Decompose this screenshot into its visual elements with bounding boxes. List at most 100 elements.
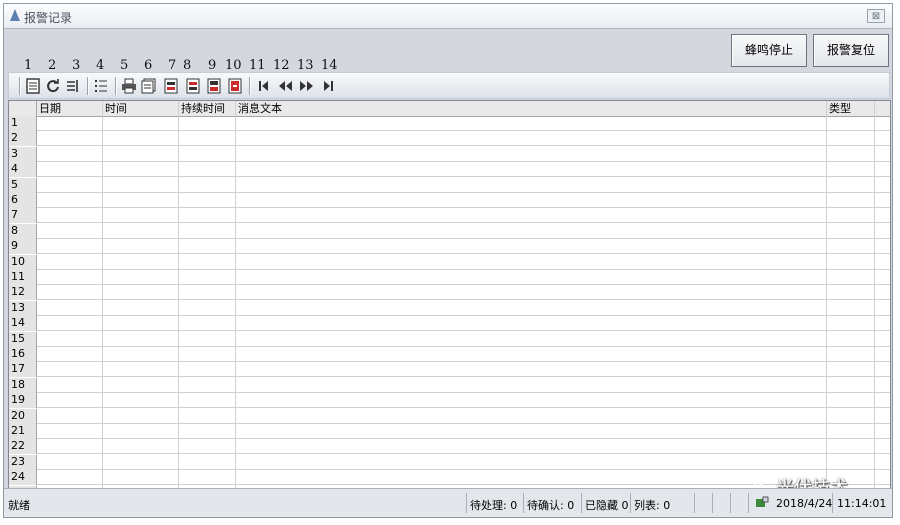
- row-number[interactable]: 22: [9, 439, 37, 455]
- last-page-icon[interactable]: [321, 78, 337, 94]
- column-header-date[interactable]: 日期: [37, 101, 103, 116]
- table-row[interactable]: 12: [9, 285, 890, 301]
- row-number[interactable]: 16: [9, 347, 37, 362]
- callout-number: 3: [72, 58, 81, 73]
- table-row[interactable]: 2: [9, 131, 890, 147]
- callout-number: 10: [225, 58, 242, 73]
- row-number[interactable]: 23: [9, 454, 37, 470]
- row-number[interactable]: 3: [9, 146, 37, 162]
- table-header: 日期 时间 持续时间 消息文本 类型: [9, 101, 890, 117]
- toolbar-separator: [87, 77, 89, 95]
- toolbar-separator: [115, 77, 117, 95]
- filter-icon[interactable]: [163, 78, 179, 94]
- alarm-table[interactable]: 日期 时间 持续时间 消息文本 类型 1 2 3 4 5 6 7 8 9 10 11 12 13 14 15…: [8, 100, 891, 489]
- table-row[interactable]: 5: [9, 177, 890, 193]
- window-title: 报警记录: [24, 11, 73, 25]
- hide-icon[interactable]: [185, 78, 201, 94]
- next-page-icon[interactable]: [299, 78, 315, 94]
- print-icon[interactable]: [121, 78, 137, 94]
- first-page-icon[interactable]: [255, 78, 271, 94]
- callout-number: 6: [144, 58, 153, 73]
- table-row[interactable]: 18: [9, 377, 890, 393]
- table-row[interactable]: 11: [9, 270, 890, 285]
- table-row[interactable]: 15: [9, 331, 890, 347]
- row-number[interactable]: 6: [9, 193, 37, 208]
- row-number[interactable]: 5: [9, 177, 37, 193]
- row-number[interactable]: 13: [9, 300, 37, 316]
- previous-page-icon[interactable]: [277, 78, 293, 94]
- column-header-type[interactable]: 类型: [827, 101, 875, 116]
- selection-list-icon[interactable]: [93, 78, 109, 94]
- table-row[interactable]: 20: [9, 408, 890, 424]
- row-number[interactable]: 21: [9, 424, 37, 439]
- table-row[interactable]: 13: [9, 300, 890, 316]
- table-row[interactable]: 6: [9, 193, 890, 208]
- row-number[interactable]: 15: [9, 331, 37, 347]
- table-row[interactable]: 4: [9, 162, 890, 178]
- alarm-toolbar: [8, 72, 890, 99]
- buzzer-stop-button[interactable]: 蜂鸣停止: [731, 34, 807, 67]
- table-row[interactable]: 9: [9, 239, 890, 255]
- table-row[interactable]: 17: [9, 362, 890, 378]
- close-button[interactable]: ⊠: [867, 9, 885, 23]
- lock-all-icon[interactable]: [227, 78, 243, 94]
- table-row[interactable]: 22: [9, 439, 890, 455]
- row-number[interactable]: 24: [9, 470, 37, 486]
- callout-number: 1: [24, 58, 33, 73]
- row-number[interactable]: 14: [9, 316, 37, 332]
- alarm-reset-button[interactable]: 报警复位: [813, 34, 889, 67]
- status-pending: 待处理: 0: [470, 499, 518, 512]
- status-date: 2018/4/24: [776, 497, 833, 510]
- status-divider: [630, 493, 631, 513]
- table-row[interactable]: 19: [9, 393, 890, 409]
- alarm-log-window: 报警记录 ⊠ 蜂鸣停止 报警复位 1 2 3 4 5 6 7 8 9 10 11…: [3, 3, 893, 518]
- callout-number: 9: [208, 58, 217, 73]
- status-list: 列表: 0: [634, 499, 671, 512]
- acknowledge-icon[interactable]: [65, 78, 81, 94]
- column-header-duration[interactable]: 持续时间: [179, 101, 236, 116]
- table-row[interactable]: 21: [9, 424, 890, 439]
- row-number[interactable]: 17: [9, 362, 37, 378]
- status-ready: 就绪: [8, 499, 30, 512]
- status-time: 11:14:01: [837, 497, 887, 510]
- row-number[interactable]: 7: [9, 208, 37, 224]
- message-list-icon[interactable]: [25, 78, 41, 94]
- table-row[interactable]: 8: [9, 223, 890, 239]
- row-number[interactable]: 11: [9, 270, 37, 285]
- table-row[interactable]: 16: [9, 347, 890, 362]
- table-row[interactable]: 3: [9, 146, 890, 162]
- row-number[interactable]: 20: [9, 408, 37, 424]
- column-header-time[interactable]: 时间: [103, 101, 179, 116]
- row-number[interactable]: 1: [9, 116, 37, 131]
- alarm-status-icon: [756, 496, 769, 507]
- row-number[interactable]: 19: [9, 393, 37, 409]
- status-divider: [523, 493, 524, 513]
- status-divider: [712, 493, 713, 513]
- row-number[interactable]: 4: [9, 162, 37, 178]
- callout-number: 7: [168, 58, 177, 73]
- table-row[interactable]: 10: [9, 254, 890, 270]
- row-number[interactable]: 9: [9, 239, 37, 255]
- row-number[interactable]: 8: [9, 223, 37, 239]
- callout-number: 14: [321, 58, 338, 73]
- callout-number: 2: [48, 58, 57, 73]
- callout-number: 8: [183, 58, 192, 73]
- row-number[interactable]: 18: [9, 377, 37, 393]
- row-number[interactable]: 2: [9, 131, 37, 147]
- row-number[interactable]: 12: [9, 285, 37, 301]
- callout-number: 13: [297, 58, 314, 73]
- refresh-icon[interactable]: [45, 78, 61, 94]
- report-icon[interactable]: [141, 78, 157, 94]
- table-row[interactable]: 23: [9, 454, 890, 470]
- callout-number: 11: [249, 58, 266, 73]
- lock-icon[interactable]: [206, 78, 222, 94]
- status-divider: [466, 493, 467, 513]
- table-row[interactable]: 1: [9, 116, 890, 131]
- corner-cell: [9, 101, 37, 116]
- row-number[interactable]: 10: [9, 254, 37, 270]
- table-row[interactable]: 14: [9, 316, 890, 332]
- column-header-message-text[interactable]: 消息文本: [236, 101, 827, 116]
- callout-number: 4: [96, 58, 105, 73]
- table-row[interactable]: 7: [9, 208, 890, 224]
- status-divider: [730, 493, 731, 513]
